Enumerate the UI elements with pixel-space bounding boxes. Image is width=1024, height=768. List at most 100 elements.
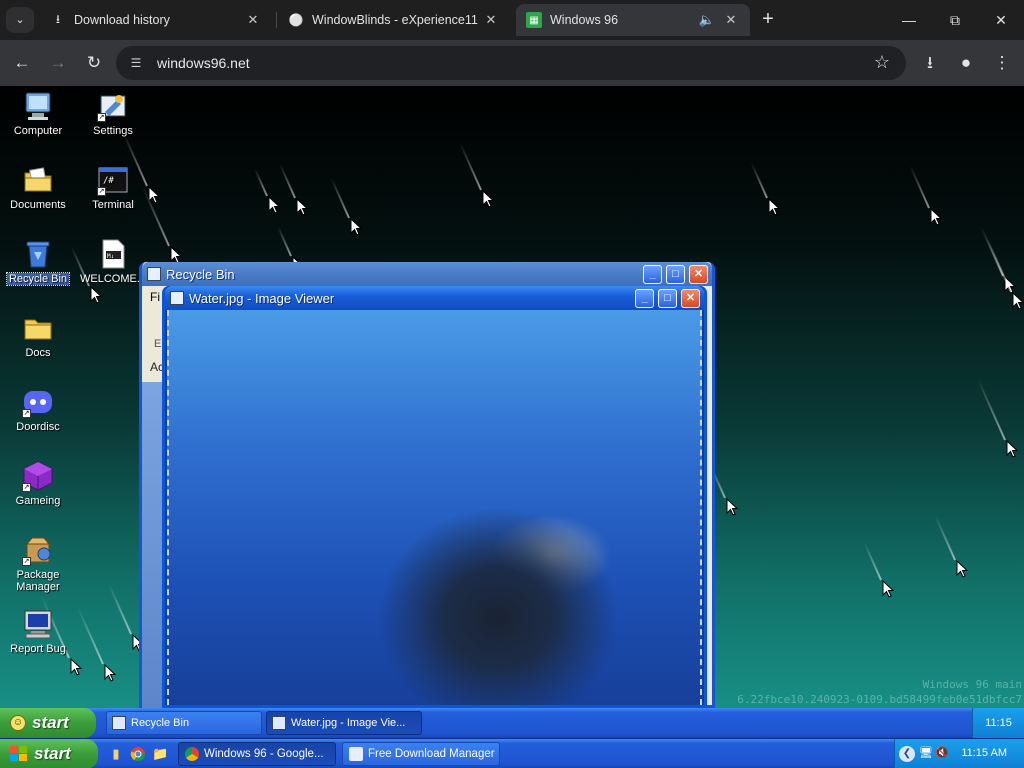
tab-windowblinds[interactable]: ⚪ WindowBlinds - eXperience11 ( ✕	[278, 4, 510, 36]
close-icon[interactable]: ✕	[722, 11, 740, 29]
svg-text:/#: /#	[103, 176, 114, 186]
desktop-icon-doordisc[interactable]: ↗ Doordisc	[1, 386, 75, 433]
cursor-trail	[976, 378, 1006, 441]
build-watermark-line1: Windows 96 main	[922, 678, 1022, 691]
download-icon: ⭳	[927, 53, 933, 72]
desktop-icon-settings[interactable]: ↗ Settings	[76, 90, 150, 137]
chrome-icon	[185, 747, 199, 761]
task-label: Water.jpg - Image Vie...	[291, 717, 406, 729]
file-icon[interactable]: ▮	[108, 746, 124, 762]
build-watermark-line2: 6.22fbce10.240923-0109.bd58499feb0e51dbf…	[737, 693, 1022, 706]
tab-download-history[interactable]: ⭳ Download history ✕	[40, 4, 272, 36]
minimize-button[interactable]: —	[886, 0, 932, 40]
cursor-trail	[909, 165, 930, 209]
desktop-icon-docs[interactable]: Docs	[1, 312, 75, 359]
image-file-icon	[272, 716, 286, 730]
address-bar[interactable]: ☰ windows96.net ☆	[116, 46, 906, 80]
file-menu[interactable]: Fi	[142, 286, 164, 306]
icon-label: Gameing	[15, 495, 61, 507]
icon-label: Recycle Bin	[5, 272, 71, 286]
bookmark-star-icon[interactable]: ☆	[874, 52, 890, 73]
network-icon[interactable]: 🖥	[919, 747, 933, 760]
image-file-icon	[170, 291, 184, 305]
desktop-icon-package-manager[interactable]: ↗ Package Manager	[1, 534, 75, 593]
forward-button[interactable]: →	[44, 49, 72, 77]
win96-taskbar: ☺ start Recycle Bin Water.jpg - Image Vi…	[0, 708, 1024, 738]
icon-label: Computer	[13, 125, 63, 137]
restore-button[interactable]: ⧉	[932, 0, 978, 40]
cursor-trail	[459, 143, 482, 191]
maximize-button[interactable]: □	[658, 289, 677, 308]
terminal-icon: /# ↗	[97, 164, 129, 196]
desktop-icon-recycle-bin[interactable]: Recycle Bin	[1, 238, 75, 286]
cursor-trail	[863, 542, 882, 581]
host-clock[interactable]: 11:15 AM	[961, 747, 1007, 759]
desktop-icon-terminal[interactable]: /# ↗ Terminal	[76, 164, 150, 211]
icon-label: Terminal	[92, 199, 134, 211]
site-info-icon[interactable]: ☰	[124, 51, 148, 75]
chrome-icon[interactable]	[130, 746, 146, 762]
download-icon: ⭳	[55, 11, 61, 26]
win96-clock[interactable]: 11:15	[972, 708, 1024, 738]
maximize-button[interactable]: □	[666, 265, 685, 284]
kebab-menu-icon: ⋮	[993, 53, 1011, 72]
icon-label: WELCOME...	[79, 273, 146, 285]
window-title: Water.jpg - Image Viewer	[189, 291, 335, 306]
downloads-button[interactable]: ⭳	[916, 49, 944, 77]
taskbar-item-image-viewer[interactable]: Water.jpg - Image Vie...	[266, 711, 422, 735]
close-icon[interactable]: ✕	[482, 11, 500, 29]
system-tray: ❮ 🖥 🔇 11:15 AM	[894, 739, 1024, 768]
host-start-button[interactable]: start	[0, 739, 98, 768]
win96-start-button[interactable]: ☺ start	[0, 708, 96, 738]
computer-icon	[22, 90, 54, 122]
task-label: Recycle Bin	[131, 717, 190, 729]
windows96-favicon: ▦	[526, 12, 542, 28]
host-taskbar: start ▮ 📁 Windows 96 - Google... Free Do…	[0, 738, 1024, 768]
desktop-icon-computer[interactable]: Computer	[1, 90, 75, 137]
shortcut-arrow-icon: ↗	[22, 557, 31, 566]
new-tab-button[interactable]: +	[756, 8, 780, 32]
browser-toolbar: ← → ↻ ☰ windows96.net ☆ ⭳ ● ⋮	[0, 40, 1024, 86]
minimize-button[interactable]: _	[635, 289, 654, 308]
speaker-icon[interactable]: 🔈	[698, 11, 716, 29]
close-button[interactable]: ✕	[689, 265, 708, 284]
recycle-bin-sidebar	[142, 382, 164, 732]
show-hidden-icons-icon[interactable]: ❮	[899, 746, 915, 762]
desktop-icon-gameing[interactable]: ↗ Gameing	[1, 460, 75, 507]
minimize-button[interactable]: _	[643, 265, 662, 284]
desktop-icon-documents[interactable]: Documents	[1, 164, 75, 211]
image-viewer-titlebar[interactable]: Water.jpg - Image Viewer _ □ ✕	[165, 286, 704, 310]
shortcut-arrow-icon: ↗	[22, 409, 31, 418]
volume-muted-icon[interactable]: 🔇	[935, 747, 949, 760]
cursor-trail	[279, 163, 296, 199]
profile-button[interactable]: ●	[952, 49, 980, 77]
host-task-chrome[interactable]: Windows 96 - Google...	[178, 742, 336, 766]
shortcut-arrow-icon: ↗	[97, 187, 106, 196]
cursor-trail	[76, 606, 104, 665]
tab-title: Windows 96	[550, 13, 619, 27]
close-icon[interactable]: ✕	[244, 11, 262, 29]
url-text: windows96.net	[157, 55, 250, 71]
host-task-free-download-manager[interactable]: Free Download Manager	[342, 742, 500, 766]
tab-search-button[interactable]: ⌄	[6, 7, 34, 33]
reload-button[interactable]: ↻	[80, 49, 108, 77]
tab-windows96[interactable]: ▦ Windows 96 🔈 ✕	[516, 4, 750, 36]
close-button[interactable]: ✕	[681, 289, 700, 308]
fdm-icon	[349, 747, 363, 761]
recycle-bin-icon	[112, 716, 126, 730]
recycle-bin-icon	[22, 238, 54, 270]
recycle-bin-titlebar[interactable]: Recycle Bin _ □ ✕	[142, 262, 712, 286]
recycle-bin-icon	[147, 267, 161, 281]
shortcut-arrow-icon: ↗	[22, 483, 31, 492]
tab-title: WindowBlinds - eXperience11 (	[312, 13, 482, 27]
close-window-button[interactable]: ✕	[978, 0, 1024, 40]
chrome-menu-button[interactable]: ⋮	[988, 49, 1016, 77]
back-button[interactable]: ←	[8, 49, 36, 77]
image-viewer-window[interactable]: Water.jpg - Image Viewer _ □ ✕	[162, 286, 707, 708]
cursor-trail	[107, 583, 132, 635]
markdown-file-icon: M↓	[97, 238, 129, 270]
folder-icon[interactable]: 📁	[152, 746, 168, 762]
desktop-icon-report-bug[interactable]: Report Bug	[1, 608, 75, 655]
smiley-logo-icon: ☺	[10, 715, 26, 731]
taskbar-item-recycle-bin[interactable]: Recycle Bin	[106, 711, 262, 735]
